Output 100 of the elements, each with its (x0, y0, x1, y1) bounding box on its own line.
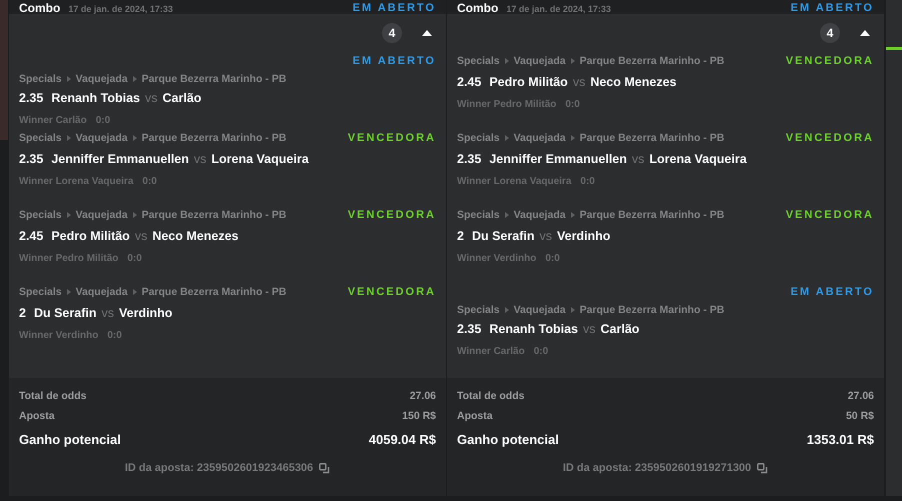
summary-value: 27.06 (410, 390, 436, 402)
caret-icon (422, 30, 432, 36)
breadcrumb-item: Vaquejada (514, 304, 566, 316)
versus-label: vs (632, 152, 644, 166)
selection-status: VENCEDORA (786, 209, 874, 221)
team-name: Verdinho (556, 229, 610, 243)
collapse-toggle[interactable] (420, 28, 434, 38)
selection-count: 4 (820, 23, 840, 43)
team-name: Jenniffer Emmanuellen (51, 152, 189, 166)
selection-status: VENCEDORA (348, 209, 436, 221)
breadcrumb-item: Vaquejada (76, 286, 128, 298)
odds-value: 2.35 (19, 91, 44, 105)
breadcrumb-item: Specials (19, 73, 62, 85)
market-name: Winner Carlão (19, 115, 87, 126)
team-name: Carlão (600, 322, 640, 336)
breadcrumb-item: Specials (19, 132, 62, 144)
breadcrumb-item: Parque Bezerra Marinho - PB (580, 209, 724, 221)
breadcrumb-item: Specials (457, 55, 500, 67)
team-name: Lorena Vaqueira (649, 152, 747, 166)
breadcrumb-item: Specials (457, 304, 500, 316)
chevron-icon (570, 212, 575, 218)
score: 0:0 (142, 176, 157, 187)
summary-value: 4059.04 R$ (368, 432, 436, 446)
chevron-icon (504, 135, 509, 141)
copy-icon[interactable] (757, 462, 768, 474)
odds-value: 2 (19, 306, 26, 320)
breadcrumb-item: Vaquejada (76, 209, 128, 221)
selection-count: 4 (382, 23, 402, 43)
caret-icon (860, 30, 870, 36)
chevron-icon (504, 307, 509, 313)
chevron-icon (66, 212, 71, 218)
team-name: Du Serafin (472, 229, 534, 243)
copy-icon[interactable] (319, 462, 330, 474)
summary-label: Total de odds (457, 390, 524, 402)
summary-label: Ganho potencial (19, 432, 121, 446)
summary-label: Total de odds (19, 390, 86, 402)
chevron-icon (66, 135, 71, 141)
team-name: Jenniffer Emmanuellen (489, 152, 627, 166)
breadcrumb-item: Parque Bezerra Marinho - PB (142, 286, 286, 298)
selection-status: EM ABERTO (352, 54, 436, 69)
score: 0:0 (127, 253, 142, 264)
breadcrumb-item: Vaquejada (76, 73, 128, 85)
breadcrumb-item: Specials (457, 132, 500, 144)
summary-value: 27.06 (848, 390, 874, 402)
breadcrumb-item: Vaquejada (514, 132, 566, 144)
chevron-icon (132, 76, 137, 82)
chevron-icon (132, 212, 137, 218)
score: 0:0 (545, 253, 560, 264)
chevron-icon (570, 135, 575, 141)
odds-value: 2.45 (457, 75, 482, 89)
summary-label: Aposta (19, 410, 55, 422)
bet-type: Combo (19, 2, 60, 14)
odds-value: 2.35 (457, 322, 482, 336)
breadcrumb-item: Parque Bezerra Marinho - PB (580, 55, 724, 67)
score: 0:0 (107, 330, 122, 341)
versus-label: vs (572, 75, 586, 89)
team-name: Neco Menezes (152, 229, 238, 243)
breadcrumb-item: Specials (457, 209, 500, 221)
score: 0:0 (565, 99, 580, 110)
team-name: Lorena Vaqueira (211, 152, 309, 166)
summary-label: Ganho potencial (457, 432, 559, 446)
bet-date: 17 de jan. de 2024, 17:33 (506, 4, 611, 14)
breadcrumb-item: Parque Bezerra Marinho - PB (142, 209, 286, 221)
bet-type: Combo (457, 2, 498, 14)
versus-label: vs (194, 152, 206, 166)
summary-label: Aposta (457, 410, 493, 422)
selection-status: VENCEDORA (348, 132, 436, 144)
chevron-icon (570, 307, 575, 313)
breadcrumb-item: Specials (19, 286, 62, 298)
breadcrumb-item: Parque Bezerra Marinho - PB (142, 73, 286, 85)
odds-value: 2.35 (19, 152, 44, 166)
team-name: Carlão (162, 91, 202, 105)
score: 0:0 (580, 176, 595, 187)
market-name: Winner Pedro Militão (19, 253, 118, 264)
score: 0:0 (96, 115, 110, 126)
selection-status: VENCEDORA (786, 132, 874, 144)
breadcrumb-item: Vaquejada (514, 209, 566, 221)
collapse-toggle[interactable] (858, 28, 872, 38)
score: 0:0 (534, 346, 548, 357)
market-name: Winner Verdinho (457, 253, 536, 264)
versus-label: vs (539, 229, 552, 243)
team-name: Renanh Tobias (489, 322, 578, 336)
team-name: Pedro Militão (489, 75, 568, 89)
selection-status: VENCEDORA (786, 55, 874, 67)
selection-status: EM ABERTO (790, 285, 874, 300)
market-name: Winner Lorena Vaqueira (19, 176, 134, 187)
versus-label: vs (134, 229, 148, 243)
team-name: Verdinho (118, 306, 172, 320)
versus-label: vs (145, 91, 158, 105)
summary-value: 1353.01 R$ (806, 432, 874, 446)
versus-label: vs (101, 306, 114, 320)
chevron-icon (132, 289, 137, 295)
team-name: Pedro Militão (51, 229, 130, 243)
summary-value: 50 R$ (846, 410, 874, 422)
breadcrumb-item: Vaquejada (76, 132, 128, 144)
chevron-icon (504, 58, 509, 64)
versus-label: vs (583, 322, 596, 336)
chevron-icon (132, 135, 137, 141)
chevron-icon (504, 212, 509, 218)
team-name: Renanh Tobias (51, 91, 140, 105)
